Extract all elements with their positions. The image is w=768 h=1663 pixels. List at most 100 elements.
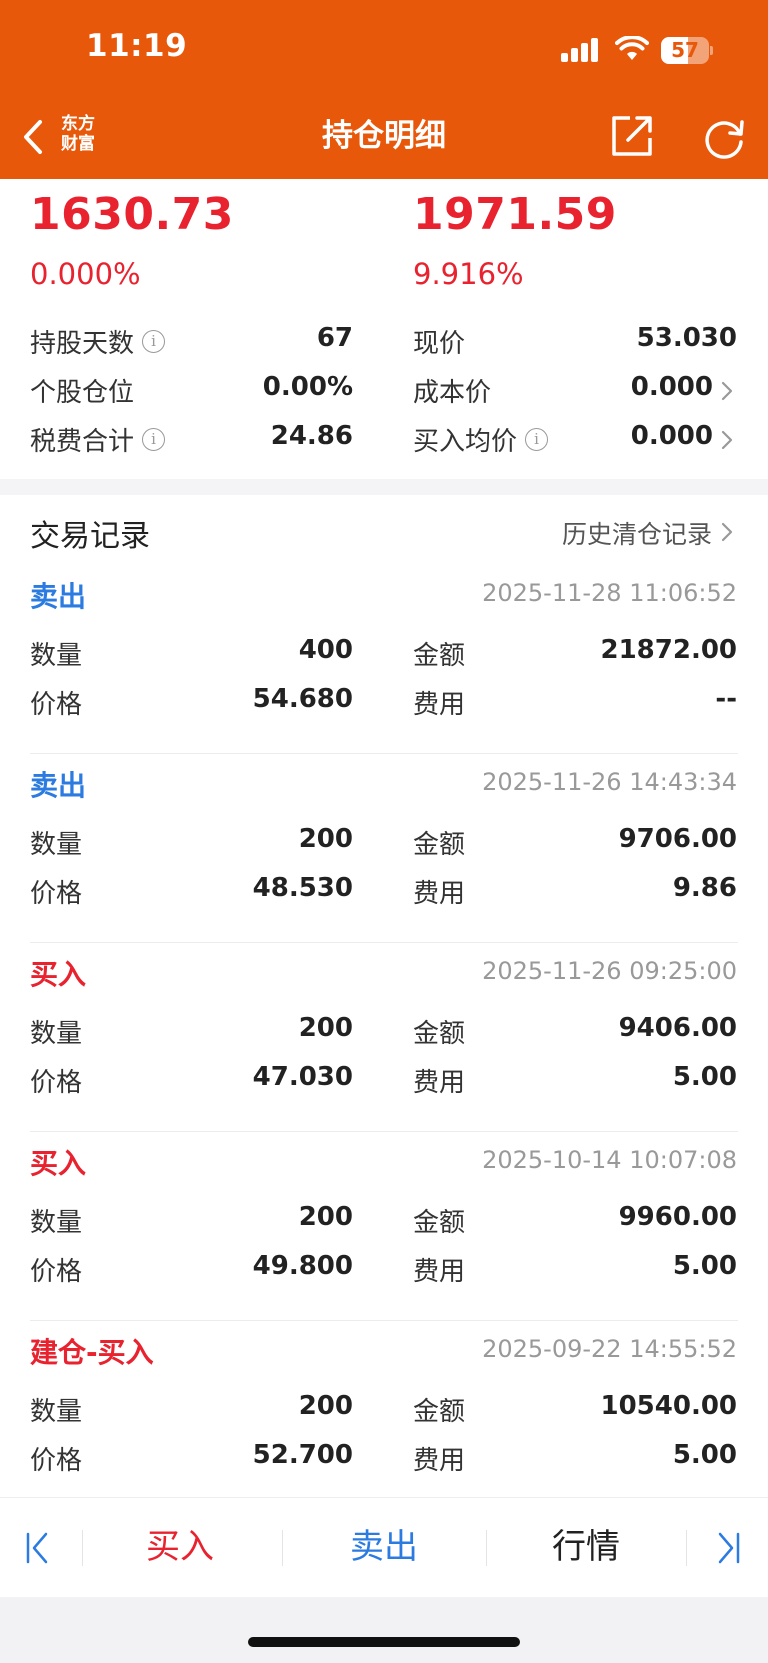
position-summary: 1630.73 0.000% 1971.59 9.916% 持股天数 i 67 … <box>0 179 768 479</box>
trade-record[interactable]: 建仓-买入 2025-09-22 14:55:52 数量 200 金额 1054… <box>0 1321 768 1510</box>
share-icon[interactable] <box>610 114 654 158</box>
trade-record[interactable]: 卖出 2025-11-28 11:06:52 数量 400 金额 21872.0… <box>0 565 768 754</box>
toolbar-divider <box>486 1530 487 1566</box>
home-indicator-area <box>0 1597 768 1663</box>
battery-icon: 57 <box>661 37 713 64</box>
price-value: 49.800 <box>252 1251 353 1281</box>
refresh-icon[interactable] <box>700 114 748 162</box>
fee-label: 费用 <box>413 879 466 909</box>
home-indicator[interactable] <box>248 1637 520 1647</box>
info-icon[interactable]: i <box>142 330 166 353</box>
fee-value: 5.00 <box>672 1251 737 1281</box>
avg-buy-price-value[interactable]: 0.000 <box>631 421 713 451</box>
price-value: 52.700 <box>252 1440 353 1470</box>
toolbar-divider <box>82 1530 83 1566</box>
logo-line2: 财富 <box>61 134 95 154</box>
holding-days-value: 67 <box>316 323 353 353</box>
trade-record[interactable]: 买入 2025-10-14 10:07:08 数量 200 金额 9960.00… <box>0 1132 768 1321</box>
quantity-value: 200 <box>298 824 353 854</box>
fee-value: -- <box>715 684 737 714</box>
back-button[interactable] <box>16 112 50 162</box>
fee-value: 5.00 <box>672 1062 737 1092</box>
quantity-value: 400 <box>298 635 353 665</box>
section-divider <box>0 479 768 495</box>
fee-label: 费用 <box>413 690 466 720</box>
position-ratio-value: 0.00% <box>262 372 353 402</box>
trade-record[interactable]: 卖出 2025-11-26 14:43:34 数量 200 金额 9706.00… <box>0 754 768 943</box>
quantity-label: 数量 <box>30 641 83 671</box>
trade-type: 卖出 <box>30 580 87 613</box>
price-value: 48.530 <box>252 873 353 903</box>
app-header: 11:19 57 东方 财富 持仓明细 <box>0 0 768 179</box>
fee-value: 9.86 <box>672 873 737 903</box>
current-price-label: 现价 <box>413 329 466 359</box>
info-icon[interactable]: i <box>142 428 166 451</box>
trade-type: 卖出 <box>30 769 87 802</box>
trade-time: 2025-11-28 11:06:52 <box>482 579 737 607</box>
toolbar-divider <box>686 1530 687 1566</box>
chevron-right-icon[interactable] <box>720 521 734 543</box>
fee-label: 费用 <box>413 1446 466 1476</box>
amount-value: 9406.00 <box>618 1013 737 1043</box>
summary-right-value: 1971.59 <box>413 189 617 240</box>
summary-left-percent: 0.000% <box>30 257 141 291</box>
trade-time: 2025-09-22 14:55:52 <box>482 1335 737 1363</box>
quantity-label: 数量 <box>30 1208 83 1238</box>
amount-label: 金额 <box>413 1019 466 1049</box>
quote-button[interactable]: 行情 <box>496 1522 676 1572</box>
quantity-label: 数量 <box>30 830 83 860</box>
info-icon[interactable]: i <box>525 428 549 451</box>
price-label: 价格 <box>30 690 83 720</box>
buy-button[interactable]: 买入 <box>90 1522 270 1572</box>
bottom-toolbar: 买入 卖出 行情 <box>0 1497 768 1597</box>
trade-time: 2025-10-14 10:07:08 <box>482 1146 737 1174</box>
amount-value: 10540.00 <box>600 1391 737 1421</box>
cost-price-label[interactable]: 成本价 <box>413 372 491 409</box>
amount-value: 9706.00 <box>618 824 737 854</box>
status-time: 11:19 <box>86 28 188 64</box>
price-label: 价格 <box>30 1257 83 1287</box>
last-page-icon[interactable] <box>714 1528 744 1568</box>
fee-label: 费用 <box>413 1068 466 1098</box>
trade-record[interactable]: 买入 2025-11-26 09:25:00 数量 200 金额 9406.00… <box>0 943 768 1132</box>
avg-buy-price-label[interactable]: 买入均价 i <box>413 421 549 458</box>
tax-fee-total-value: 24.86 <box>270 421 353 451</box>
holding-days-label[interactable]: 持股天数 i <box>30 323 166 360</box>
price-label: 价格 <box>30 1068 83 1098</box>
tax-fee-total-label[interactable]: 税费合计 i <box>30 421 166 458</box>
amount-label: 金额 <box>413 1397 466 1427</box>
trades-header: 交易记录 历史清仓记录 <box>0 495 768 565</box>
chevron-right-icon[interactable] <box>720 380 734 402</box>
quantity-label: 数量 <box>30 1019 83 1049</box>
quantity-value: 200 <box>298 1202 353 1232</box>
quantity-value: 200 <box>298 1391 353 1421</box>
cost-price-value[interactable]: 0.000 <box>631 372 713 402</box>
current-price-value: 53.030 <box>636 323 737 353</box>
amount-label: 金额 <box>413 1208 466 1238</box>
amount-label: 金额 <box>413 830 466 860</box>
trade-time: 2025-11-26 14:43:34 <box>482 768 737 796</box>
eastmoney-logo: 东方 财富 <box>56 114 100 156</box>
amount-label: 金额 <box>413 641 466 671</box>
quantity-label: 数量 <box>30 1397 83 1427</box>
logo-line1: 东方 <box>61 114 95 134</box>
trade-time: 2025-11-26 09:25:00 <box>482 957 737 985</box>
trade-type: 买入 <box>30 958 87 991</box>
toolbar-divider <box>282 1530 283 1566</box>
summary-left-value: 1630.73 <box>30 189 234 240</box>
trade-type: 建仓-买入 <box>30 1336 154 1369</box>
position-ratio-label: 个股仓位 <box>30 378 135 408</box>
sell-button[interactable]: 卖出 <box>294 1522 474 1572</box>
price-label: 价格 <box>30 1446 83 1476</box>
trades-title: 交易记录 <box>30 519 150 554</box>
wifi-icon <box>615 36 649 60</box>
cellular-signal-icon <box>561 38 601 62</box>
amount-value: 9960.00 <box>618 1202 737 1232</box>
history-closed-link[interactable]: 历史清仓记录 <box>562 515 712 551</box>
fee-label: 费用 <box>413 1257 466 1287</box>
first-page-icon[interactable] <box>22 1528 52 1568</box>
summary-right-percent: 9.916% <box>413 257 524 291</box>
chevron-right-icon[interactable] <box>720 429 734 451</box>
quantity-value: 200 <box>298 1013 353 1043</box>
price-value: 47.030 <box>252 1062 353 1092</box>
